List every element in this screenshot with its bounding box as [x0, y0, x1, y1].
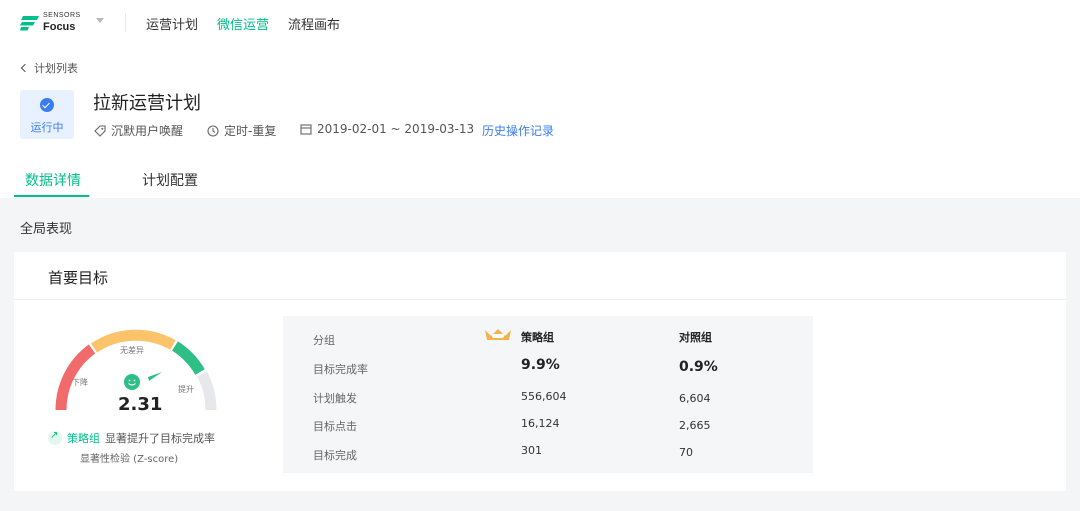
- tag-icon: [94, 124, 106, 137]
- chevron-left-icon: [20, 63, 30, 73]
- nav-divider: [125, 14, 126, 32]
- column-strategy-group: 策略组: [521, 331, 554, 344]
- result-summary: 策略组 显著提升了目标完成率: [48, 430, 215, 446]
- result-text: 显著提升了目标完成率: [105, 432, 215, 445]
- tab-plan-config[interactable]: 计划配置: [142, 170, 198, 190]
- check-circle-icon: [40, 98, 54, 112]
- gauge-label-down: 下降: [72, 378, 88, 387]
- significance-test-label: 显著性检验 (Z-score): [80, 454, 179, 465]
- significance-gauge: 下降 无差异 提升 2.31: [52, 322, 222, 417]
- page-title: 拉新运营计划: [93, 93, 201, 114]
- cell-control-triggered: 6,604: [679, 392, 711, 405]
- plan-date-range: 2019-02-01 ~ 2019-03-13: [300, 122, 474, 136]
- gauge-value: 2.31: [118, 394, 163, 415]
- crown-icon: [485, 329, 511, 340]
- cell-strategy-triggered: 556,604: [521, 390, 567, 403]
- column-control-group: 对照组: [679, 331, 712, 344]
- gauge-label-nodiff: 无差异: [120, 346, 144, 355]
- table-header-group: 分组: [313, 334, 335, 347]
- logo-text-focus: Focus: [43, 21, 76, 33]
- sensors-focus-logo[interactable]: SENSORS Focus: [20, 12, 90, 34]
- row-label-completion-rate: 目标完成率: [313, 363, 368, 376]
- logo-mark-icon: [20, 16, 39, 31]
- nav-item-wechat-ops[interactable]: 微信运营: [217, 14, 269, 33]
- primary-goal-card: 首要目标 下降 无差异 提升 2.31 策略组 显著提升了目标完成率 显著性检验…: [14, 252, 1066, 491]
- section-title: 全局表现: [20, 222, 73, 237]
- row-label-clicks: 目标点击: [313, 420, 357, 433]
- plan-tag: 沉默用户唤醒: [94, 122, 183, 139]
- top-nav: SENSORS Focus 运营计划 微信运营 流程画布: [0, 0, 1080, 46]
- nav-item-campaign-plans[interactable]: 运营计划: [146, 14, 198, 33]
- product-switch-caret-icon[interactable]: [96, 18, 104, 23]
- plan-schedule: 定时-重复: [207, 122, 276, 139]
- status-badge: 运行中: [20, 90, 74, 139]
- cell-control-clicks: 2,665: [679, 419, 711, 432]
- plan-date-range-label: 2019-02-01 ~ 2019-03-13: [317, 122, 475, 136]
- smile-icon: [124, 374, 140, 390]
- cell-control-completions: 70: [679, 446, 693, 459]
- history-log-link[interactable]: 历史操作记录: [482, 122, 554, 139]
- plan-schedule-label: 定时-重复: [224, 124, 277, 138]
- clock-icon: [207, 124, 219, 137]
- arrow-up-right-icon: [48, 430, 62, 445]
- nav-item-flow-canvas[interactable]: 流程画布: [288, 14, 340, 33]
- row-label-completions: 目标完成: [313, 449, 357, 462]
- result-strategy-group: 策略组: [67, 432, 100, 445]
- card-divider: [14, 299, 1066, 300]
- gauge-label-up: 提升: [178, 385, 194, 394]
- cell-strategy-completions: 301: [521, 444, 542, 457]
- card-title: 首要目标: [48, 269, 109, 287]
- group-comparison-table: 分组 策略组 对照组 目标完成率 9.9% 0.9% 计划触发 556,604 …: [283, 316, 813, 473]
- logo-text-sensors: SENSORS: [43, 12, 81, 19]
- cell-control-completion-rate: 0.9%: [679, 359, 718, 375]
- row-label-triggered: 计划触发: [313, 392, 357, 405]
- active-tab-indicator: [14, 195, 89, 197]
- cell-strategy-completion-rate: 9.9%: [521, 357, 560, 373]
- cell-strategy-clicks: 16,124: [521, 417, 560, 430]
- tab-data-details[interactable]: 数据详情: [25, 170, 81, 190]
- back-label: 计划列表: [34, 62, 78, 75]
- plan-tag-label: 沉默用户唤醒: [111, 124, 184, 138]
- status-label: 运行中: [30, 121, 64, 134]
- calendar-icon: [300, 124, 312, 135]
- back-to-plan-list[interactable]: 计划列表: [20, 60, 78, 76]
- plan-header: 计划列表 运行中 拉新运营计划 沉默用户唤醒 定时-重复 2019-02-01 …: [0, 46, 1080, 198]
